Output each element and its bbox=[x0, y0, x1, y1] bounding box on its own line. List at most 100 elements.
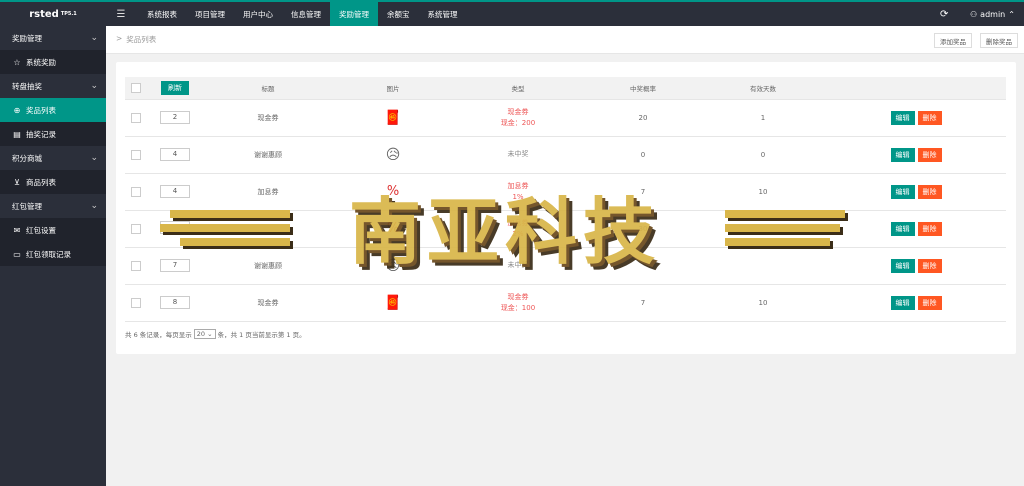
coupon-icon: % bbox=[386, 221, 400, 236]
table-row: 7 谢谢惠顾 😥 未中奖 编辑 删除 bbox=[125, 247, 1006, 285]
topnav-item-info[interactable]: 信息管理 bbox=[282, 2, 330, 26]
cell-title: 现金券 bbox=[203, 284, 333, 322]
cell-title: 谢谢惠顾 bbox=[203, 136, 333, 174]
prize-table: 刷新 标题 图片 类型 中奖概率 有效天数 2 现金券 🧧 现金券 现金：200 … bbox=[125, 77, 1006, 322]
select-all-checkbox[interactable] bbox=[131, 82, 141, 93]
cart-icon: ⊻ bbox=[14, 177, 20, 187]
edit-button[interactable]: 编辑 bbox=[890, 295, 915, 310]
cell-type-detail: 现金：200 bbox=[500, 118, 536, 127]
star-icon: ☆ bbox=[13, 57, 21, 67]
brand-name: rsted bbox=[29, 8, 59, 20]
sort-input[interactable]: 2 bbox=[160, 111, 190, 124]
red-envelope-icon: 🧧 bbox=[384, 109, 402, 126]
sort-input[interactable]: 8 bbox=[160, 296, 190, 309]
sort-input[interactable]: 4 bbox=[160, 185, 190, 198]
table-row: 8 现金券 🧧 现金券 现金：100 7 10 编辑 删除 bbox=[125, 284, 1006, 322]
envelope-icon: ✉ bbox=[13, 225, 21, 235]
col-valid-days: 有效天数 bbox=[703, 77, 823, 100]
refresh-icon[interactable]: ⟳ bbox=[940, 2, 952, 26]
red-envelope-icon: 🧧 bbox=[384, 294, 402, 311]
row-checkbox[interactable] bbox=[131, 260, 141, 271]
sidebar-item-envelope-records[interactable]: ▭ 红包领取记录 bbox=[0, 242, 106, 266]
cell-valid-days bbox=[703, 210, 823, 248]
delete-button[interactable]: 删除 bbox=[917, 295, 942, 310]
cell-type: 加息券 bbox=[507, 218, 529, 227]
delete-button[interactable]: 删除 bbox=[917, 110, 942, 125]
delete-prize-button[interactable]: 删除奖品 bbox=[980, 33, 1018, 48]
row-checkbox[interactable] bbox=[131, 186, 141, 197]
top-nav: 系统报表 项目管理 用户中心 信息管理 奖励管理 余额宝 系统管理 bbox=[138, 2, 467, 26]
per-page-select[interactable]: 20 ⌄ bbox=[193, 329, 216, 339]
edit-button[interactable]: 编辑 bbox=[890, 147, 915, 162]
topnav-item-system[interactable]: 系统管理 bbox=[419, 2, 467, 26]
cell-probability: 7 bbox=[583, 284, 703, 322]
edit-button[interactable]: 编辑 bbox=[890, 258, 915, 273]
chevron-down-icon: ⌄ bbox=[90, 33, 98, 43]
cell-valid-days: 10 bbox=[703, 173, 823, 211]
cell-type-detail: 现金：100 bbox=[500, 303, 536, 312]
sidebar-group-points-mall[interactable]: 积分商城 ⌄ bbox=[0, 146, 106, 170]
user-icon: ⚇ bbox=[970, 9, 978, 19]
table-row: 2 现金券 🧧 现金券 现金：200 20 1 编辑 删除 bbox=[125, 99, 1006, 137]
chevron-up-icon: ⌃ bbox=[1008, 9, 1015, 19]
sidebar-group-lottery[interactable]: 转盘抽奖 ⌄ bbox=[0, 74, 106, 98]
sort-input[interactable]: 4 bbox=[160, 148, 190, 161]
sort-input[interactable]: 7 bbox=[160, 259, 190, 272]
pager-suffix: 条，共 1 页当前显示第 1 页。 bbox=[217, 331, 306, 339]
per-page-value: 20 bbox=[196, 330, 206, 338]
user-menu[interactable]: ⚇ admin ⌃ bbox=[970, 2, 1015, 26]
chevron-down-icon: ⌄ bbox=[90, 81, 98, 91]
coupon-icon: % bbox=[386, 184, 400, 199]
col-image: 图片 bbox=[333, 77, 453, 100]
cell-type: 现金券 bbox=[507, 292, 529, 301]
cell-valid-days: 1 bbox=[703, 99, 823, 137]
col-title: 标题 bbox=[203, 77, 333, 100]
cell-title: 加息券 bbox=[203, 173, 333, 211]
edit-button[interactable]: 编辑 bbox=[890, 221, 915, 236]
sidebar-item-label: 奖品列表 bbox=[26, 105, 56, 115]
delete-button[interactable]: 删除 bbox=[917, 258, 942, 273]
topnav-item-reports[interactable]: 系统报表 bbox=[138, 2, 186, 26]
sort-input[interactable] bbox=[160, 221, 190, 234]
delete-button[interactable]: 删除 bbox=[917, 221, 942, 236]
delete-button[interactable]: 删除 bbox=[917, 184, 942, 199]
sidebar-group-rewards[interactable]: 奖励管理 ⌄ bbox=[0, 26, 106, 50]
breadcrumb-bar: > 奖品列表 添加奖品 删除奖品 bbox=[106, 26, 1024, 54]
cell-probability: 0 bbox=[583, 136, 703, 174]
record-icon: ▤ bbox=[13, 129, 21, 139]
cell-title: 现金券 bbox=[203, 99, 333, 137]
topnav-item-projects[interactable]: 项目管理 bbox=[186, 2, 234, 26]
sidebar-item-envelope-settings[interactable]: ✉ 红包设置 bbox=[0, 218, 106, 242]
sidebar-group-label: 积分商城 bbox=[12, 153, 42, 163]
sidebar-item-label: 红包设置 bbox=[26, 225, 56, 235]
table-row: 加息券 % 加息券 2% 30 编辑 删除 bbox=[125, 210, 1006, 248]
sidebar-item-prize-list[interactable]: ⊕ 奖品列表 bbox=[0, 98, 106, 122]
sidebar-item-label: 系统奖励 bbox=[26, 57, 56, 67]
delete-button[interactable]: 删除 bbox=[917, 147, 942, 162]
row-checkbox[interactable] bbox=[131, 297, 141, 308]
sidebar-group-red-envelope[interactable]: 红包管理 ⌄ bbox=[0, 194, 106, 218]
sidebar-item-lottery-records[interactable]: ▤ 抽奖记录 bbox=[0, 122, 106, 146]
sad-face-icon: 😥 bbox=[385, 257, 401, 274]
edit-button[interactable]: 编辑 bbox=[890, 184, 915, 199]
pagination: 共 6 条记录，每页显示 20 ⌄ 条，共 1 页当前显示第 1 页。 bbox=[125, 329, 306, 339]
add-prize-button[interactable]: 添加奖品 bbox=[934, 33, 972, 48]
plus-circle-icon: ⊕ bbox=[13, 105, 21, 115]
topnav-item-yuebao[interactable]: 余额宝 bbox=[378, 2, 419, 26]
chevron-down-icon: ⌄ bbox=[90, 201, 98, 211]
sidebar-item-product-list[interactable]: ⊻ 商品列表 bbox=[0, 170, 106, 194]
edit-button[interactable]: 编辑 bbox=[890, 110, 915, 125]
menu-icon[interactable]: ☰ bbox=[114, 2, 128, 26]
refresh-sort-button[interactable]: 刷新 bbox=[161, 80, 189, 95]
row-checkbox[interactable] bbox=[131, 149, 141, 160]
sidebar-item-label: 商品列表 bbox=[26, 177, 56, 187]
row-checkbox[interactable] bbox=[131, 112, 141, 123]
sidebar-item-system-rewards[interactable]: ☆ 系统奖励 bbox=[0, 50, 106, 74]
topnav-item-rewards[interactable]: 奖励管理 bbox=[330, 2, 378, 26]
row-checkbox[interactable] bbox=[131, 223, 141, 234]
topnav-item-users[interactable]: 用户中心 bbox=[234, 2, 282, 26]
breadcrumb-separator: > bbox=[116, 34, 123, 43]
cell-probability: 30 bbox=[583, 210, 703, 248]
col-probability: 中奖概率 bbox=[583, 77, 703, 100]
brand-logo: rsted TP5.1 bbox=[0, 2, 106, 26]
